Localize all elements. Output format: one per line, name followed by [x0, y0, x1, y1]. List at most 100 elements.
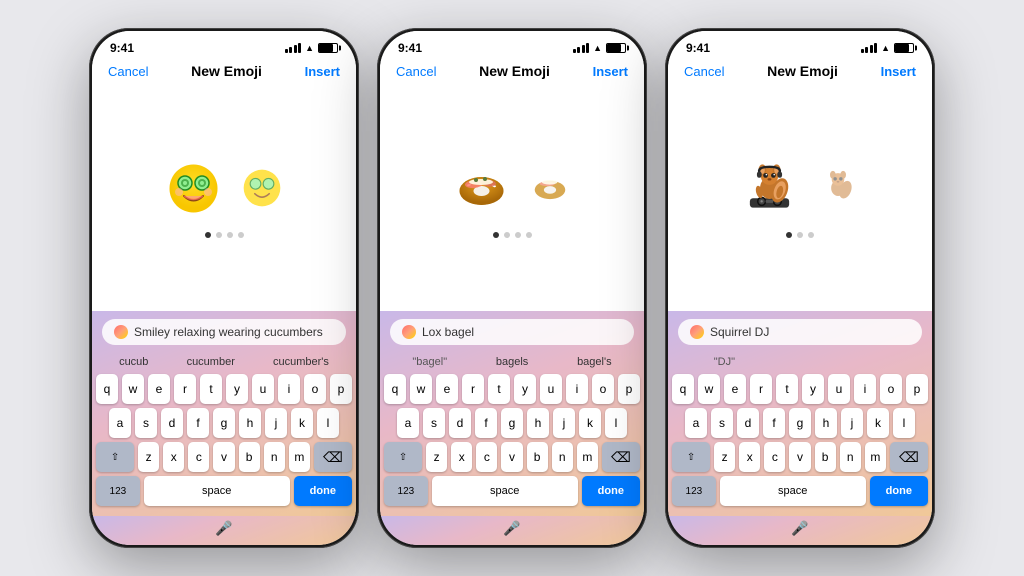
- space-key-2[interactable]: space: [432, 476, 578, 506]
- key-b[interactable]: b: [239, 442, 260, 472]
- key-q3[interactable]: q: [672, 374, 694, 404]
- key-y2[interactable]: y: [514, 374, 536, 404]
- mic-icon-1[interactable]: 🎤: [215, 520, 232, 537]
- key-j3[interactable]: j: [841, 408, 863, 438]
- key-i[interactable]: i: [278, 374, 300, 404]
- insert-button-2[interactable]: Insert: [593, 64, 628, 79]
- key-i2[interactable]: i: [566, 374, 588, 404]
- delete-key-2[interactable]: ⌫: [602, 442, 640, 472]
- key-m2[interactable]: m: [577, 442, 598, 472]
- key-u[interactable]: u: [252, 374, 274, 404]
- key-j2[interactable]: j: [553, 408, 575, 438]
- key-c3[interactable]: c: [764, 442, 785, 472]
- key-t3[interactable]: t: [776, 374, 798, 404]
- key-p3[interactable]: p: [906, 374, 928, 404]
- key-h3[interactable]: h: [815, 408, 837, 438]
- key-r2[interactable]: r: [462, 374, 484, 404]
- key-t[interactable]: t: [200, 374, 222, 404]
- key-s2[interactable]: s: [423, 408, 445, 438]
- done-key-3[interactable]: done: [870, 476, 928, 506]
- done-key[interactable]: done: [294, 476, 352, 506]
- key-h[interactable]: h: [239, 408, 261, 438]
- key-k3[interactable]: k: [867, 408, 889, 438]
- key-n3[interactable]: n: [840, 442, 861, 472]
- shift-key-2[interactable]: ⇧: [384, 442, 422, 472]
- key-l2[interactable]: l: [605, 408, 627, 438]
- key-123-2[interactable]: 123: [384, 476, 428, 506]
- key-n[interactable]: n: [264, 442, 285, 472]
- shift-key[interactable]: ⇧: [96, 442, 134, 472]
- mic-icon-2[interactable]: 🎤: [503, 520, 520, 537]
- key-u3[interactable]: u: [828, 374, 850, 404]
- key-r[interactable]: r: [174, 374, 196, 404]
- key-v3[interactable]: v: [789, 442, 810, 472]
- key-l[interactable]: l: [317, 408, 339, 438]
- key-x[interactable]: x: [163, 442, 184, 472]
- suggestion-2c[interactable]: bagel's: [571, 354, 618, 370]
- key-j[interactable]: j: [265, 408, 287, 438]
- key-a2[interactable]: a: [397, 408, 419, 438]
- search-bar-2[interactable]: Lox bagel: [390, 319, 634, 345]
- key-m3[interactable]: m: [865, 442, 886, 472]
- key-k[interactable]: k: [291, 408, 313, 438]
- key-p2[interactable]: p: [618, 374, 640, 404]
- space-key[interactable]: space: [144, 476, 290, 506]
- key-x3[interactable]: x: [739, 442, 760, 472]
- key-v[interactable]: v: [213, 442, 234, 472]
- key-q2[interactable]: q: [384, 374, 406, 404]
- cancel-button-3[interactable]: Cancel: [684, 64, 724, 79]
- key-a[interactable]: a: [109, 408, 131, 438]
- cancel-button-1[interactable]: Cancel: [108, 64, 148, 79]
- key-e[interactable]: e: [148, 374, 170, 404]
- key-s[interactable]: s: [135, 408, 157, 438]
- key-e2[interactable]: e: [436, 374, 458, 404]
- key-d[interactable]: d: [161, 408, 183, 438]
- key-l3[interactable]: l: [893, 408, 915, 438]
- key-z3[interactable]: z: [714, 442, 735, 472]
- key-v2[interactable]: v: [501, 442, 522, 472]
- done-key-2[interactable]: done: [582, 476, 640, 506]
- key-g[interactable]: g: [213, 408, 235, 438]
- key-a3[interactable]: a: [685, 408, 707, 438]
- key-w2[interactable]: w: [410, 374, 432, 404]
- cancel-button-2[interactable]: Cancel: [396, 64, 436, 79]
- key-t2[interactable]: t: [488, 374, 510, 404]
- emoji-main-2[interactable]: [454, 161, 509, 216]
- key-b3[interactable]: b: [815, 442, 836, 472]
- insert-button-1[interactable]: Insert: [305, 64, 340, 79]
- key-m[interactable]: m: [289, 442, 310, 472]
- key-y[interactable]: y: [226, 374, 248, 404]
- key-c2[interactable]: c: [476, 442, 497, 472]
- key-c[interactable]: c: [188, 442, 209, 472]
- delete-key-3[interactable]: ⌫: [890, 442, 928, 472]
- key-d2[interactable]: d: [449, 408, 471, 438]
- emoji-main-1[interactable]: [166, 161, 221, 216]
- key-h2[interactable]: h: [527, 408, 549, 438]
- insert-button-3[interactable]: Insert: [881, 64, 916, 79]
- search-bar-1[interactable]: Smiley relaxing wearing cucumbers: [102, 319, 346, 345]
- suggestion-2b[interactable]: bagels: [490, 354, 534, 370]
- key-i3[interactable]: i: [854, 374, 876, 404]
- key-w3[interactable]: w: [698, 374, 720, 404]
- key-p[interactable]: p: [330, 374, 352, 404]
- key-n2[interactable]: n: [552, 442, 573, 472]
- key-r3[interactable]: r: [750, 374, 772, 404]
- key-o[interactable]: o: [304, 374, 326, 404]
- key-q[interactable]: q: [96, 374, 118, 404]
- key-123-3[interactable]: 123: [672, 476, 716, 506]
- mic-icon-3[interactable]: 🎤: [791, 520, 808, 537]
- key-s3[interactable]: s: [711, 408, 733, 438]
- key-x2[interactable]: x: [451, 442, 472, 472]
- key-z2[interactable]: z: [426, 442, 447, 472]
- suggestion-3a[interactable]: "DJ": [708, 354, 741, 370]
- key-o2[interactable]: o: [592, 374, 614, 404]
- key-u2[interactable]: u: [540, 374, 562, 404]
- key-f[interactable]: f: [187, 408, 209, 438]
- suggestion-1a[interactable]: cucub: [113, 354, 154, 370]
- suggestion-1c[interactable]: cucumber's: [267, 354, 335, 370]
- key-g3[interactable]: g: [789, 408, 811, 438]
- suggestion-1b[interactable]: cucumber: [181, 354, 241, 370]
- key-w[interactable]: w: [122, 374, 144, 404]
- key-k2[interactable]: k: [579, 408, 601, 438]
- search-bar-3[interactable]: Squirrel DJ: [678, 319, 922, 345]
